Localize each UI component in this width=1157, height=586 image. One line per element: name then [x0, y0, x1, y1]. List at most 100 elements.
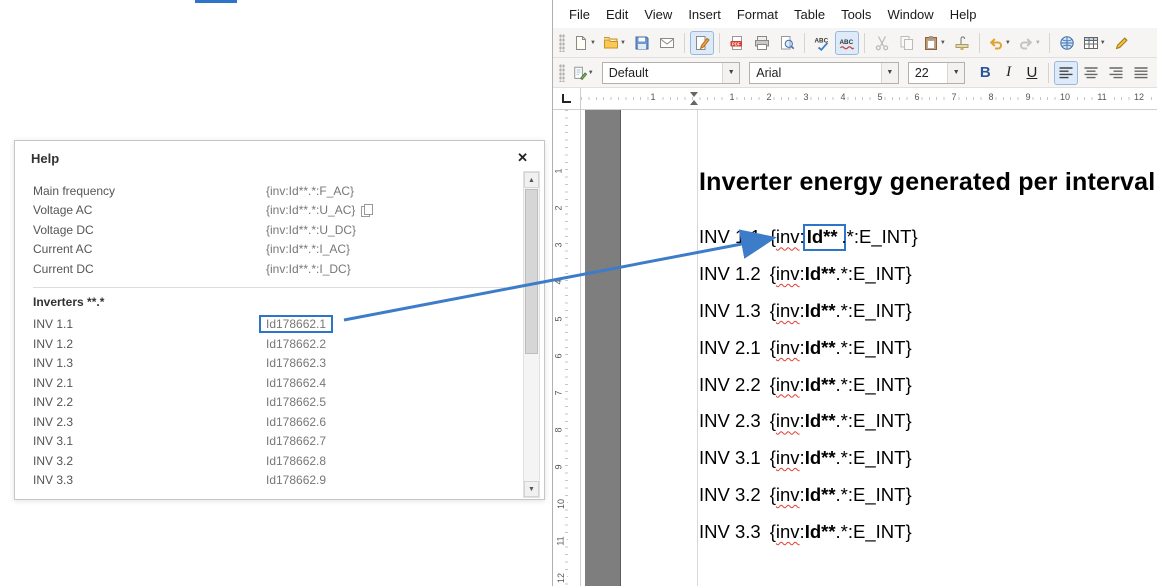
- menu-item-format[interactable]: Format: [729, 4, 786, 25]
- menu-item-table[interactable]: Table: [786, 4, 833, 25]
- insert-table-icon[interactable]: ▼: [1080, 31, 1109, 55]
- horizontal-ruler-track[interactable]: 1123456789101112: [581, 88, 1157, 109]
- dropdown-icon[interactable]: ▼: [1100, 40, 1106, 46]
- bold-button[interactable]: B: [974, 61, 996, 85]
- menu-item-insert[interactable]: Insert: [680, 4, 729, 25]
- toolbar-drag-handle[interactable]: [559, 64, 565, 82]
- dropdown-icon[interactable]: ▼: [947, 63, 964, 83]
- underline-button[interactable]: U: [1021, 61, 1043, 85]
- cut-icon[interactable]: [870, 31, 894, 55]
- open-icon[interactable]: ▼: [600, 31, 629, 55]
- copy-icon[interactable]: [361, 204, 372, 216]
- draw-functions-icon[interactable]: [1110, 31, 1134, 55]
- parameter-row: Main frequency {inv:Id**.*:F_AC}: [33, 181, 518, 201]
- inverter-id[interactable]: Id178662.5: [266, 395, 326, 409]
- hyperlink-icon[interactable]: [1055, 31, 1079, 55]
- ruler-number: 4: [553, 279, 565, 284]
- font-name-select[interactable]: Arial ▼: [749, 62, 899, 84]
- scroll-up-icon[interactable]: ▲: [524, 172, 539, 188]
- toolbar-drag-handle[interactable]: [559, 34, 565, 52]
- parameter-code[interactable]: {inv:Id**.*:I_DC}: [266, 262, 351, 276]
- document-line[interactable]: INV 2.3{inv:Id**.*:E_INT}: [699, 403, 1157, 440]
- italic-button[interactable]: I: [997, 61, 1019, 85]
- document-line[interactable]: INV 1.2{inv:Id**.*:E_INT}: [699, 256, 1157, 293]
- send-email-icon[interactable]: [655, 31, 679, 55]
- dropdown-icon[interactable]: ▼: [722, 63, 739, 83]
- tab-stop-selector[interactable]: [553, 88, 581, 109]
- inverter-id-highlighted[interactable]: Id178662.1: [259, 315, 333, 333]
- ruler-number: 2: [553, 205, 565, 210]
- align-right-icon[interactable]: [1104, 61, 1128, 85]
- export-pdf-icon[interactable]: PDF: [725, 31, 749, 55]
- menu-item-tools[interactable]: Tools: [833, 4, 879, 25]
- parameter-code[interactable]: {inv:Id**.*:U_DC}: [266, 223, 356, 237]
- undo-icon[interactable]: ▼: [985, 31, 1014, 55]
- inverter-id[interactable]: Id178662.3: [266, 356, 326, 370]
- menu-item-edit[interactable]: Edit: [598, 4, 636, 25]
- inverter-id[interactable]: Id178662.4: [266, 376, 326, 390]
- menu-item-file[interactable]: File: [561, 4, 598, 25]
- inverter-ref: INV 1.1: [699, 226, 761, 248]
- dropdown-icon[interactable]: ▼: [1035, 40, 1041, 46]
- menu-item-help[interactable]: Help: [942, 4, 985, 25]
- menu-item-window[interactable]: Window: [879, 4, 941, 25]
- document-line[interactable]: INV 3.1{inv:Id**.*:E_INT}: [699, 440, 1157, 477]
- scrollbar-thumb[interactable]: [525, 189, 538, 354]
- inverter-id[interactable]: Id178662.6: [266, 415, 326, 429]
- document-line[interactable]: INV 2.2{inv:Id**.*:E_INT}: [699, 366, 1157, 403]
- dropdown-icon[interactable]: ▼: [881, 63, 898, 83]
- scrollbar[interactable]: ▲ ▼: [523, 171, 540, 498]
- indent-marker-icon[interactable]: [690, 92, 699, 105]
- vertical-ruler[interactable]: 123456789101112: [553, 110, 581, 586]
- dropdown-icon[interactable]: ▼: [620, 40, 626, 46]
- save-icon[interactable]: [630, 31, 654, 55]
- document-page[interactable]: Inverter energy generated per interval I…: [622, 110, 1157, 586]
- parameter-code[interactable]: {inv:Id**.*:U_AC}: [266, 203, 355, 217]
- document-line[interactable]: INV 1.3{inv:Id**.*:E_INT}: [699, 293, 1157, 330]
- horizontal-ruler[interactable]: 1123456789101112: [553, 88, 1157, 110]
- font-size-select[interactable]: 22 ▼: [908, 62, 965, 84]
- new-document-icon[interactable]: ▼: [570, 31, 599, 55]
- copy-icon[interactable]: [895, 31, 919, 55]
- edit-mode-icon[interactable]: [690, 31, 714, 55]
- misspelled-word: inv: [776, 484, 800, 506]
- menu-item-view[interactable]: View: [636, 4, 680, 25]
- dropdown-icon[interactable]: ▼: [590, 40, 596, 46]
- clone-formatting-icon[interactable]: [950, 31, 974, 55]
- ruler-number: 10: [555, 499, 567, 509]
- ruler-number: 3: [801, 92, 810, 102]
- dropdown-icon[interactable]: ▼: [1005, 40, 1011, 46]
- print-preview-icon[interactable]: [775, 31, 799, 55]
- scroll-down-icon[interactable]: ▼: [524, 481, 539, 497]
- paste-icon[interactable]: ▼: [920, 31, 949, 55]
- align-justify-icon[interactable]: [1129, 61, 1153, 85]
- document-heading[interactable]: Inverter energy generated per interval: [699, 168, 1157, 197]
- document-line[interactable]: INV 1.1{inv:Id**.*:E_INT}: [699, 219, 1157, 256]
- inverter-id[interactable]: Id178662.8: [266, 454, 326, 468]
- field-code: Id**: [805, 484, 836, 506]
- print-icon[interactable]: [750, 31, 774, 55]
- document-line[interactable]: INV 3.2{inv:Id**.*:E_INT}: [699, 477, 1157, 514]
- update-paragraph-style-icon[interactable]: ▼: [570, 61, 597, 85]
- dropdown-icon[interactable]: ▼: [940, 40, 946, 46]
- paragraph-style-select[interactable]: Default ▼: [602, 62, 741, 84]
- inverter-id[interactable]: Id178662.9: [266, 473, 326, 487]
- align-center-icon[interactable]: [1079, 61, 1103, 85]
- document-line[interactable]: INV 2.1{inv:Id**.*:E_INT}: [699, 329, 1157, 366]
- auto-spellcheck-icon[interactable]: ABC: [835, 31, 859, 55]
- dropdown-icon[interactable]: ▼: [588, 70, 594, 76]
- document-line[interactable]: INV 3.3{inv:Id**.*:E_INT}: [699, 513, 1157, 550]
- inverter-row: INV 1.3 Id178662.3: [33, 354, 518, 374]
- align-left-icon[interactable]: [1054, 61, 1078, 85]
- ruler-number: 11: [1095, 92, 1108, 102]
- field-code-selected[interactable]: Id**: [803, 224, 846, 251]
- inverter-id[interactable]: Id178662.2: [266, 337, 326, 351]
- parameter-code[interactable]: {inv:Id**.*:F_AC}: [266, 184, 354, 198]
- redo-icon[interactable]: ▼: [1015, 31, 1044, 55]
- inverter-ref: INV 2.1: [699, 337, 761, 359]
- inverter-id[interactable]: Id178662.7: [266, 434, 326, 448]
- misspelled-word: inv: [776, 263, 800, 285]
- spelling-icon[interactable]: ABC: [810, 31, 834, 55]
- close-icon[interactable]: ✕: [517, 150, 528, 166]
- parameter-code[interactable]: {inv:Id**.*:I_AC}: [266, 242, 350, 256]
